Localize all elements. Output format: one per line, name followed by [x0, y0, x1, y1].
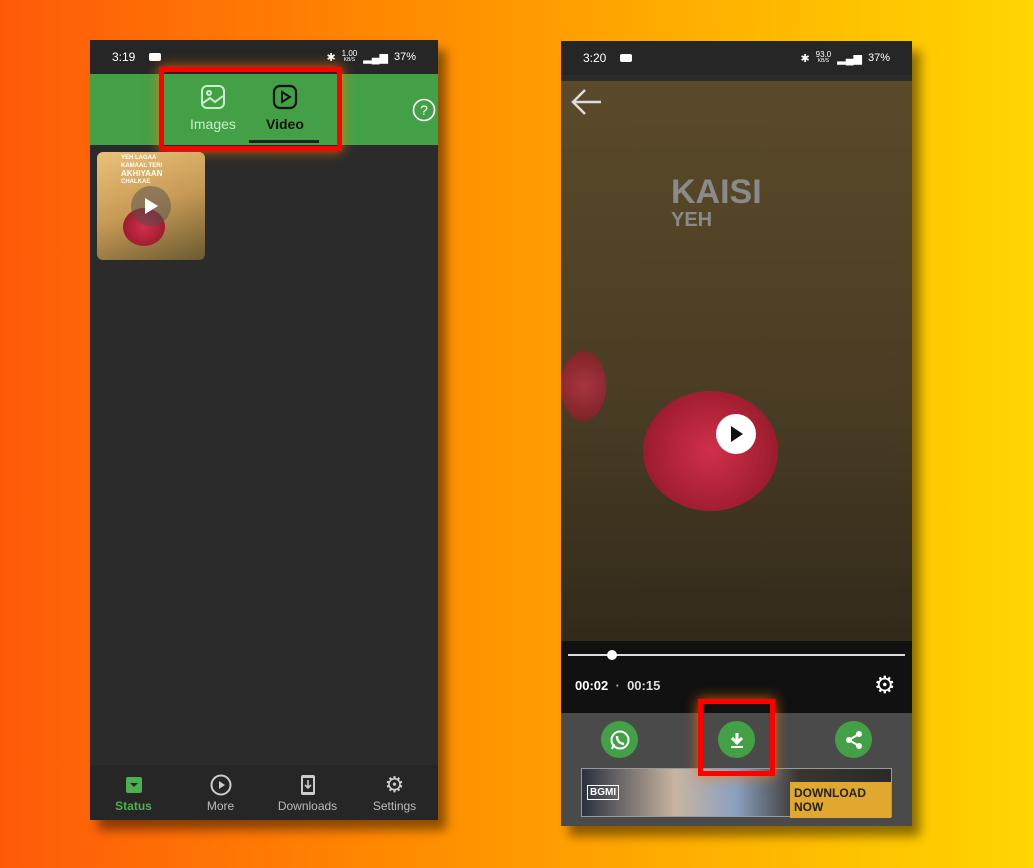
- highlight-box: [698, 699, 775, 776]
- share-button[interactable]: [835, 721, 872, 758]
- seek-bar[interactable]: [568, 654, 905, 656]
- play-icon: [131, 186, 171, 226]
- rose-image-2: [561, 351, 606, 421]
- status-saver-video-tab-screen: 3:19 ✱ 1.00 KB/S ▂▄▆ 37% Images Video ? YEH …: [90, 40, 438, 820]
- highlight-box: [159, 67, 342, 151]
- play-button[interactable]: [716, 414, 756, 454]
- net-speed: 93.0: [815, 50, 832, 59]
- play-circle-icon: [210, 774, 231, 796]
- video-overlay-text: KAISI: [671, 173, 762, 211]
- signal-icon: ▂▄▆: [837, 52, 862, 65]
- net-unit: KB/S: [343, 57, 356, 63]
- gear-icon: ⚙: [384, 772, 405, 797]
- video-overlay-text-2: YEH: [671, 209, 713, 231]
- duration: 00:15: [627, 678, 661, 693]
- battery: 37%: [393, 51, 416, 63]
- nav-downloads[interactable]: Downloads: [264, 765, 351, 820]
- nav-status[interactable]: Status: [90, 765, 177, 820]
- back-arrow-icon[interactable]: [569, 87, 603, 117]
- time-readout: 00:02 · 00:15: [575, 678, 661, 693]
- share-icon: [845, 730, 862, 749]
- whatsapp-icon: [610, 730, 629, 749]
- status-bar: 3:20 ✱ 93.0 KB/S ▂▄▆ 37%: [561, 41, 912, 75]
- play-icon: [731, 426, 743, 442]
- net-speed: 1.00: [341, 49, 358, 58]
- bluetooth-icon: ✱: [326, 51, 336, 64]
- bluetooth-icon: ✱: [800, 52, 810, 65]
- net-unit: KB/S: [817, 58, 830, 64]
- help-circle-icon[interactable]: ?: [412, 98, 436, 122]
- clock: 3:20: [583, 51, 607, 65]
- nav-more[interactable]: More: [177, 765, 264, 820]
- video-thumbnail[interactable]: YEH LAGAA KAMAAL TERI AKHIYAAN CHALKAE: [97, 152, 205, 260]
- ad-cta-button[interactable]: DOWNLOAD NOW: [790, 782, 891, 818]
- thumbnail-text: YEH LAGAA KAMAAL TERI AKHIYAAN CHALKAE: [121, 155, 163, 185]
- download-phone-icon: [300, 775, 315, 795]
- nav-settings[interactable]: ⚙ Settings: [351, 765, 438, 820]
- net-speed-indicator: 93.0 KB/S: [816, 51, 832, 65]
- battery: 37%: [867, 52, 890, 64]
- current-time: 00:02: [575, 678, 609, 693]
- youtube-notification-icon: [620, 54, 633, 62]
- ad-brand-logo: BGMI: [587, 785, 620, 800]
- video-frame[interactable]: KAISI YEH: [561, 81, 912, 713]
- clock: 3:19: [112, 50, 136, 64]
- gear-icon[interactable]: ⚙: [874, 671, 896, 700]
- rose-image: [643, 391, 778, 511]
- video-player-screen: 3:20 ✱ 93.0 KB/S ▂▄▆ 37% KAISI YEH 00:02 · 0…: [561, 41, 912, 826]
- whatsapp-share-button[interactable]: [601, 721, 638, 758]
- bottom-navigation: Status More Downloads ⚙ Settings: [90, 765, 438, 820]
- signal-icon: ▂▄▆: [363, 51, 388, 64]
- status-icon: [125, 777, 142, 793]
- youtube-notification-icon: [149, 53, 162, 61]
- net-speed-indicator: 1.00 KB/S: [342, 50, 358, 64]
- svg-text:?: ?: [420, 102, 428, 118]
- seek-handle[interactable]: [606, 650, 617, 660]
